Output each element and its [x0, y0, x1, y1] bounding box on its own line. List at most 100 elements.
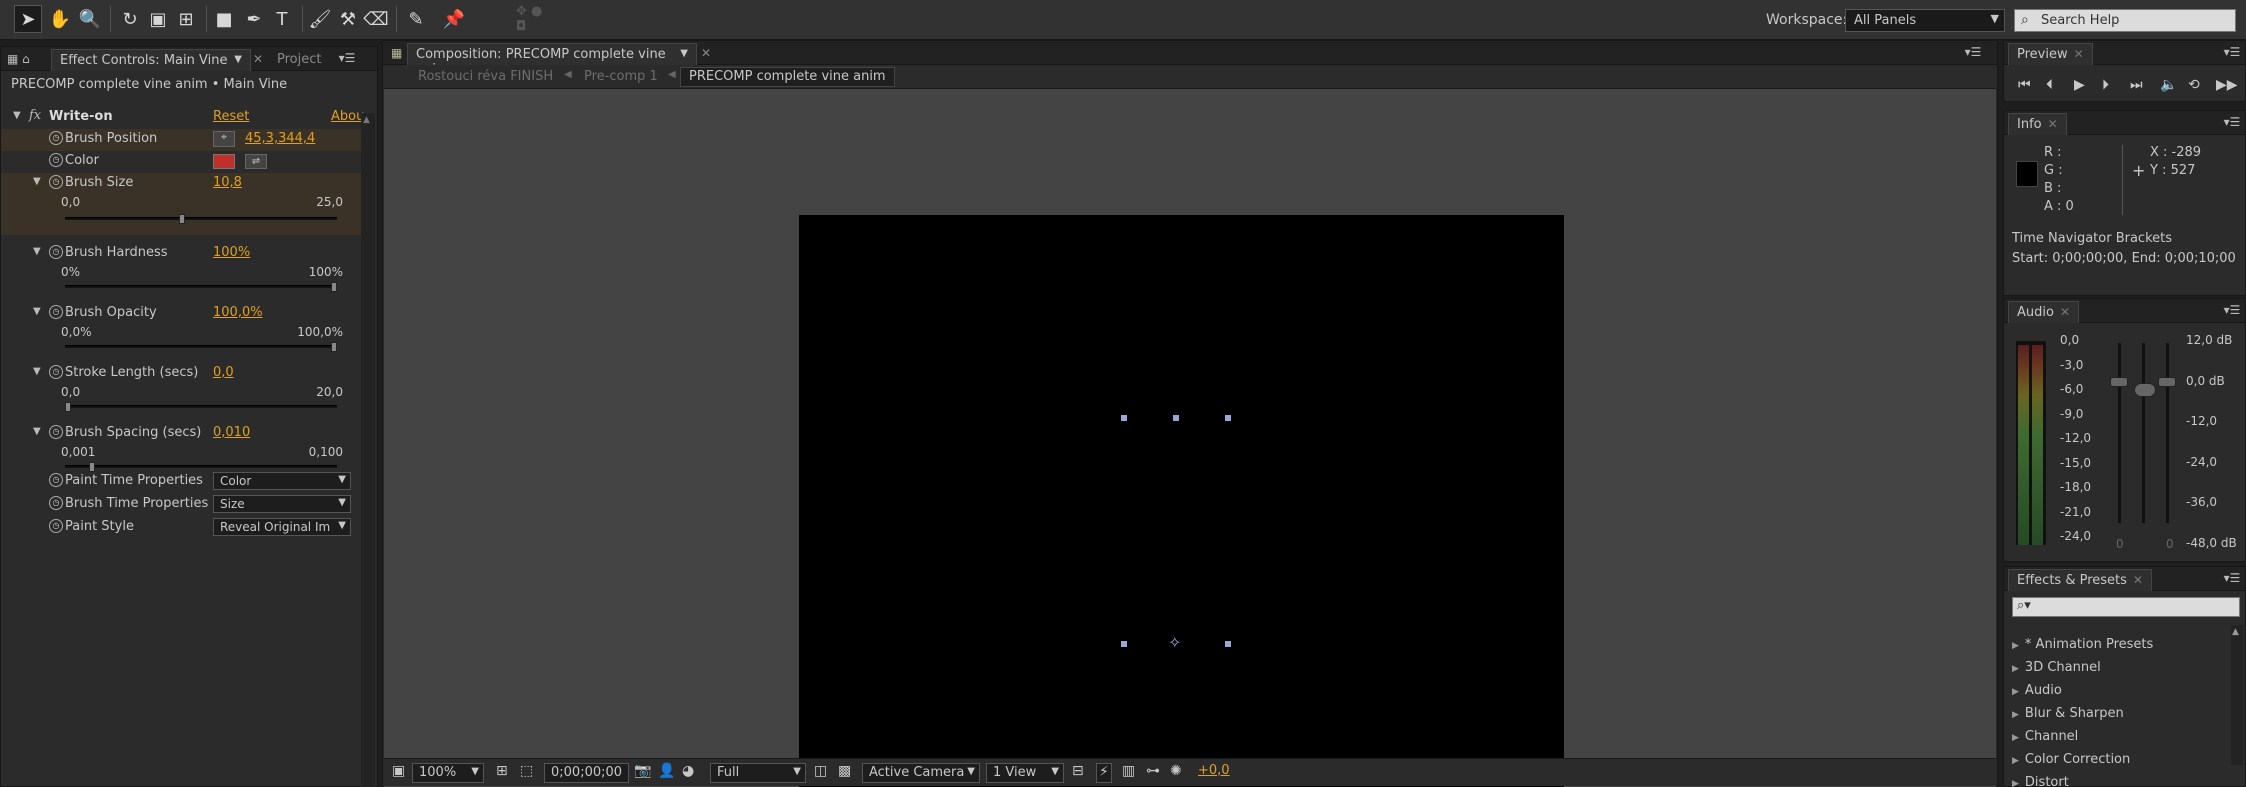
exposure-value[interactable]: +0,0 [1198, 763, 1230, 783]
exposure-icon[interactable]: ✺ [1170, 763, 1182, 783]
scroll-up-icon[interactable]: ▲ [2232, 627, 2239, 637]
pen-tool-icon[interactable]: ✒ [240, 5, 268, 33]
stopwatch-icon[interactable]: ◷ [49, 175, 63, 189]
fit-icon[interactable]: ⊞ [496, 763, 508, 783]
breadcrumb-item-current[interactable]: PRECOMP complete vine anim [680, 67, 895, 87]
effects-scrollbar[interactable]: ▲ [2231, 625, 2243, 765]
timecode-field[interactable]: 0;00;00;00 [544, 763, 630, 783]
panel-menu-icon[interactable]: ▾☰ [2222, 45, 2242, 61]
expand-triangle-icon[interactable]: ▼ [33, 306, 41, 317]
composition-canvas[interactable]: ✧ [799, 215, 1564, 787]
show-snapshot-icon[interactable]: 👤 [658, 763, 675, 783]
expand-triangle-icon[interactable]: ▶ [2012, 641, 2019, 651]
workspace-select[interactable]: All Panels ▼ [1845, 9, 2005, 32]
timeline-icon[interactable]: ▥ [1122, 763, 1135, 783]
tab-preview[interactable]: Preview ✕ [2008, 43, 2093, 65]
camera-select[interactable]: Active Camera ▼ [862, 763, 980, 783]
fast-previews-icon[interactable]: ◫ [814, 763, 827, 783]
color-swatch[interactable] [213, 154, 235, 169]
effects-category[interactable]: ▶ Channel [2012, 729, 2078, 751]
expand-triangle-icon[interactable]: ▶ [2012, 733, 2019, 743]
search-help-input[interactable]: ⌕ Search Help [2014, 9, 2236, 32]
panel-menu-icon[interactable]: ▾☰ [2222, 115, 2242, 131]
next-frame-icon[interactable]: ⏵ [2102, 77, 2109, 93]
effects-category[interactable]: ▶ 3D Channel [2012, 660, 2101, 682]
puppet-pin-tool-icon[interactable]: 📌 [440, 5, 468, 33]
loop-icon[interactable]: ⟲ [2188, 77, 2200, 93]
effects-category[interactable]: ▶ Color Correction [2012, 752, 2130, 774]
tab-project[interactable]: Project [269, 49, 329, 71]
stopwatch-icon[interactable]: ◷ [49, 496, 63, 510]
expand-triangle-icon[interactable]: ▶ [2012, 664, 2019, 674]
roto-brush-tool-icon[interactable]: ✎ [402, 5, 430, 33]
stopwatch-icon[interactable]: ◷ [49, 519, 63, 533]
effects-search-input[interactable]: ⌕▾ [2012, 597, 2240, 617]
ram-preview-icon[interactable]: ▶▶ [2216, 77, 2238, 93]
toggle-pixel-aspect-icon[interactable]: ⊟ [1072, 763, 1084, 783]
rectangle-tool-icon[interactable]: ■ [210, 5, 238, 33]
camera-snapshot-icon[interactable]: 📷 [634, 763, 651, 783]
close-icon[interactable]: ✕ [701, 46, 711, 60]
expand-triangle-icon[interactable]: ▼ [33, 366, 41, 377]
property-value[interactable]: 10,8 [213, 175, 242, 190]
composition-viewer[interactable]: ✧ [384, 89, 1996, 787]
expand-triangle-icon[interactable]: ▼ [33, 176, 41, 187]
audio-fader-left-knob[interactable] [2110, 377, 2128, 387]
effects-category[interactable]: ▶ Distort [2012, 775, 2069, 787]
close-icon[interactable]: ✕ [2048, 117, 2058, 131]
brush-time-select[interactable]: Size ▼ [213, 495, 351, 513]
layer-handle[interactable] [1173, 415, 1179, 421]
crosshair-icon[interactable]: ⌖ [213, 131, 235, 147]
property-value[interactable]: 100,0% [213, 305, 263, 320]
layer-handle[interactable] [1121, 641, 1127, 647]
pan-behind-tool-icon[interactable]: ⊞ [172, 5, 200, 33]
slider-thumb[interactable] [331, 342, 337, 352]
paint-style-select[interactable]: Reveal Original Im ▼ [213, 518, 351, 536]
resolution-select[interactable]: Full ▼ [710, 763, 806, 783]
flowchart-icon[interactable]: ⊶ [1146, 763, 1160, 783]
property-value[interactable]: 100% [213, 245, 250, 260]
stopwatch-icon[interactable]: ◷ [49, 473, 63, 487]
slider-thumb[interactable] [331, 282, 337, 292]
expand-triangle-icon[interactable]: ▶ [2012, 779, 2019, 787]
fast-render-icon[interactable]: ⚡ [1096, 763, 1112, 783]
reset-link[interactable]: Reset [213, 109, 249, 124]
property-value[interactable]: 0,0 [213, 365, 234, 380]
panel-menu-icon[interactable]: ▾☰ [337, 51, 357, 67]
expand-triangle-icon[interactable]: ▶ [2012, 756, 2019, 766]
breadcrumb-item[interactable]: Rostouci réva FINISH [418, 69, 553, 84]
stopwatch-icon[interactable]: ◷ [49, 131, 63, 145]
effect-controls-scrollbar[interactable]: ▲ ▼ [361, 113, 375, 787]
stopwatch-icon[interactable]: ◷ [49, 365, 63, 379]
audio-fader-right-knob[interactable] [2158, 377, 2176, 387]
close-icon[interactable]: ✕ [2074, 47, 2084, 61]
tab-info[interactable]: Info ✕ [2008, 113, 2067, 135]
expand-triangle-icon[interactable]: ▶ [2012, 687, 2019, 697]
brush-tool-icon[interactable]: 🖌 [306, 5, 334, 33]
expand-triangle-icon[interactable]: ▼ [13, 110, 21, 121]
clone-stamp-tool-icon[interactable]: ⚒ [334, 5, 362, 33]
brush-hardness-slider[interactable] [65, 282, 337, 292]
brush-spacing-slider[interactable] [65, 462, 337, 472]
effects-category[interactable]: ▶ Blur & Sharpen [2012, 706, 2124, 728]
stopwatch-icon[interactable]: ◷ [49, 245, 63, 259]
property-value[interactable]: 0,010 [213, 425, 250, 440]
tab-audio[interactable]: Audio ✕ [2008, 301, 2080, 323]
first-frame-icon[interactable]: ⏮ [2018, 77, 2031, 93]
slider-thumb[interactable] [65, 402, 71, 412]
zoom-tool-icon[interactable]: 🔍 [76, 5, 104, 33]
eyedropper-icon[interactable]: ⇌ [245, 154, 267, 169]
audio-fader-right-track[interactable] [2166, 343, 2169, 523]
selection-tool-icon[interactable]: ➤ [14, 5, 42, 33]
fx-icon[interactable]: fx [29, 108, 41, 123]
stroke-length-slider[interactable] [65, 402, 337, 412]
stopwatch-icon[interactable]: ◷ [49, 425, 63, 439]
effects-category[interactable]: ▶ Audio [2012, 683, 2062, 705]
brush-size-slider[interactable] [65, 214, 337, 224]
play-icon[interactable]: ▶ [2074, 77, 2085, 93]
previous-frame-icon[interactable]: ⏴ [2046, 77, 2053, 93]
region-of-interest-icon[interactable]: ⬚ [520, 763, 533, 783]
expand-triangle-icon[interactable]: ▼ [33, 426, 41, 437]
scroll-up-icon[interactable]: ▲ [363, 115, 370, 125]
stopwatch-icon[interactable]: ◷ [49, 153, 63, 167]
